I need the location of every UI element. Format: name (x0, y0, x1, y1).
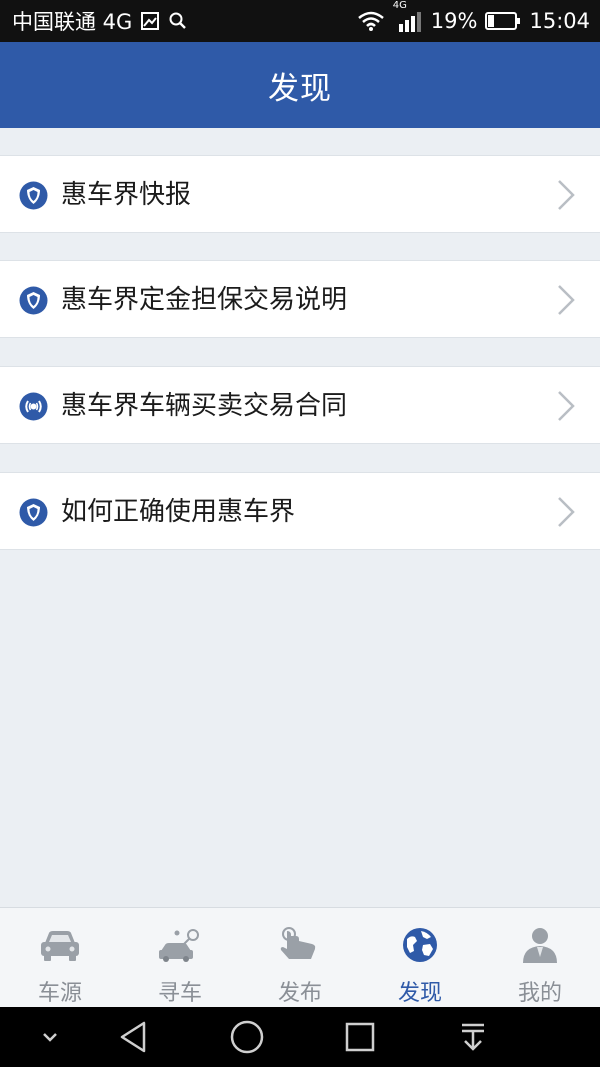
tab-label: 车源 (37, 981, 82, 1006)
network-badge: 4G (392, 0, 407, 11)
wifi-icon (357, 10, 385, 32)
tab-mine[interactable]: 我的 (480, 908, 600, 1007)
notification-pull-icon[interactable] (453, 1017, 493, 1057)
bottom-tab-bar: 车源 寻车 发布 发现 我的 (0, 907, 600, 1007)
chevron-right-icon (556, 496, 576, 528)
tab-discover[interactable]: 发现 (360, 908, 480, 1007)
carrier-label: 中国联通 4G (12, 10, 133, 34)
list-item-label: 惠车界车辆买卖交易合同 (61, 391, 348, 421)
recent-apps-icon[interactable] (340, 1017, 380, 1057)
list-item-news[interactable]: 惠车界快报 (0, 155, 600, 233)
car-search-icon (157, 925, 203, 965)
battery-icon (485, 11, 521, 31)
chevron-down-icon[interactable] (30, 1017, 70, 1057)
home-icon[interactable] (227, 1017, 267, 1057)
list-item-contract[interactable]: 惠车界车辆买卖交易合同 (0, 366, 600, 444)
tab-label: 发布 (277, 981, 322, 1006)
chevron-right-icon (556, 284, 576, 316)
signal-icon: 4G (393, 0, 423, 32)
shield-icon (19, 181, 48, 210)
list-item-deposit-guarantee[interactable]: 惠车界定金担保交易说明 (0, 260, 600, 338)
car-icon (37, 925, 83, 965)
status-bar: 中国联通 4G 4G 19% 15:04 (0, 0, 600, 42)
clock: 15:04 (529, 9, 590, 33)
broadcast-icon (19, 392, 48, 421)
image-icon (140, 11, 160, 31)
shield-icon (19, 498, 48, 527)
tab-label: 我的 (517, 981, 562, 1006)
tab-publish[interactable]: 发布 (240, 908, 360, 1007)
list-item-label: 惠车界定金担保交易说明 (61, 285, 348, 315)
app-header: 发现 (0, 42, 600, 128)
system-nav-bar (0, 1007, 600, 1067)
list-item-label: 惠车界快报 (61, 180, 192, 210)
search-icon (168, 11, 188, 31)
chevron-right-icon (556, 390, 576, 422)
chevron-right-icon (556, 179, 576, 211)
shield-icon (19, 286, 48, 315)
user-icon (517, 925, 563, 965)
status-right: 4G 19% 15:04 (357, 0, 590, 33)
page-title: 发现 (268, 70, 332, 107)
list-item-label: 如何正确使用惠车界 (61, 497, 296, 527)
tab-find-car[interactable]: 寻车 (120, 908, 240, 1007)
hand-tap-icon (277, 925, 323, 965)
tab-label: 寻车 (157, 981, 202, 1006)
tab-label: 发现 (397, 981, 442, 1006)
tab-car-source[interactable]: 车源 (0, 908, 120, 1007)
battery-percent: 19% (430, 9, 478, 33)
globe-icon (397, 925, 443, 965)
list-item-how-to-use[interactable]: 如何正确使用惠车界 (0, 472, 600, 550)
back-icon[interactable] (114, 1017, 154, 1057)
status-left: 中国联通 4G (12, 6, 188, 36)
